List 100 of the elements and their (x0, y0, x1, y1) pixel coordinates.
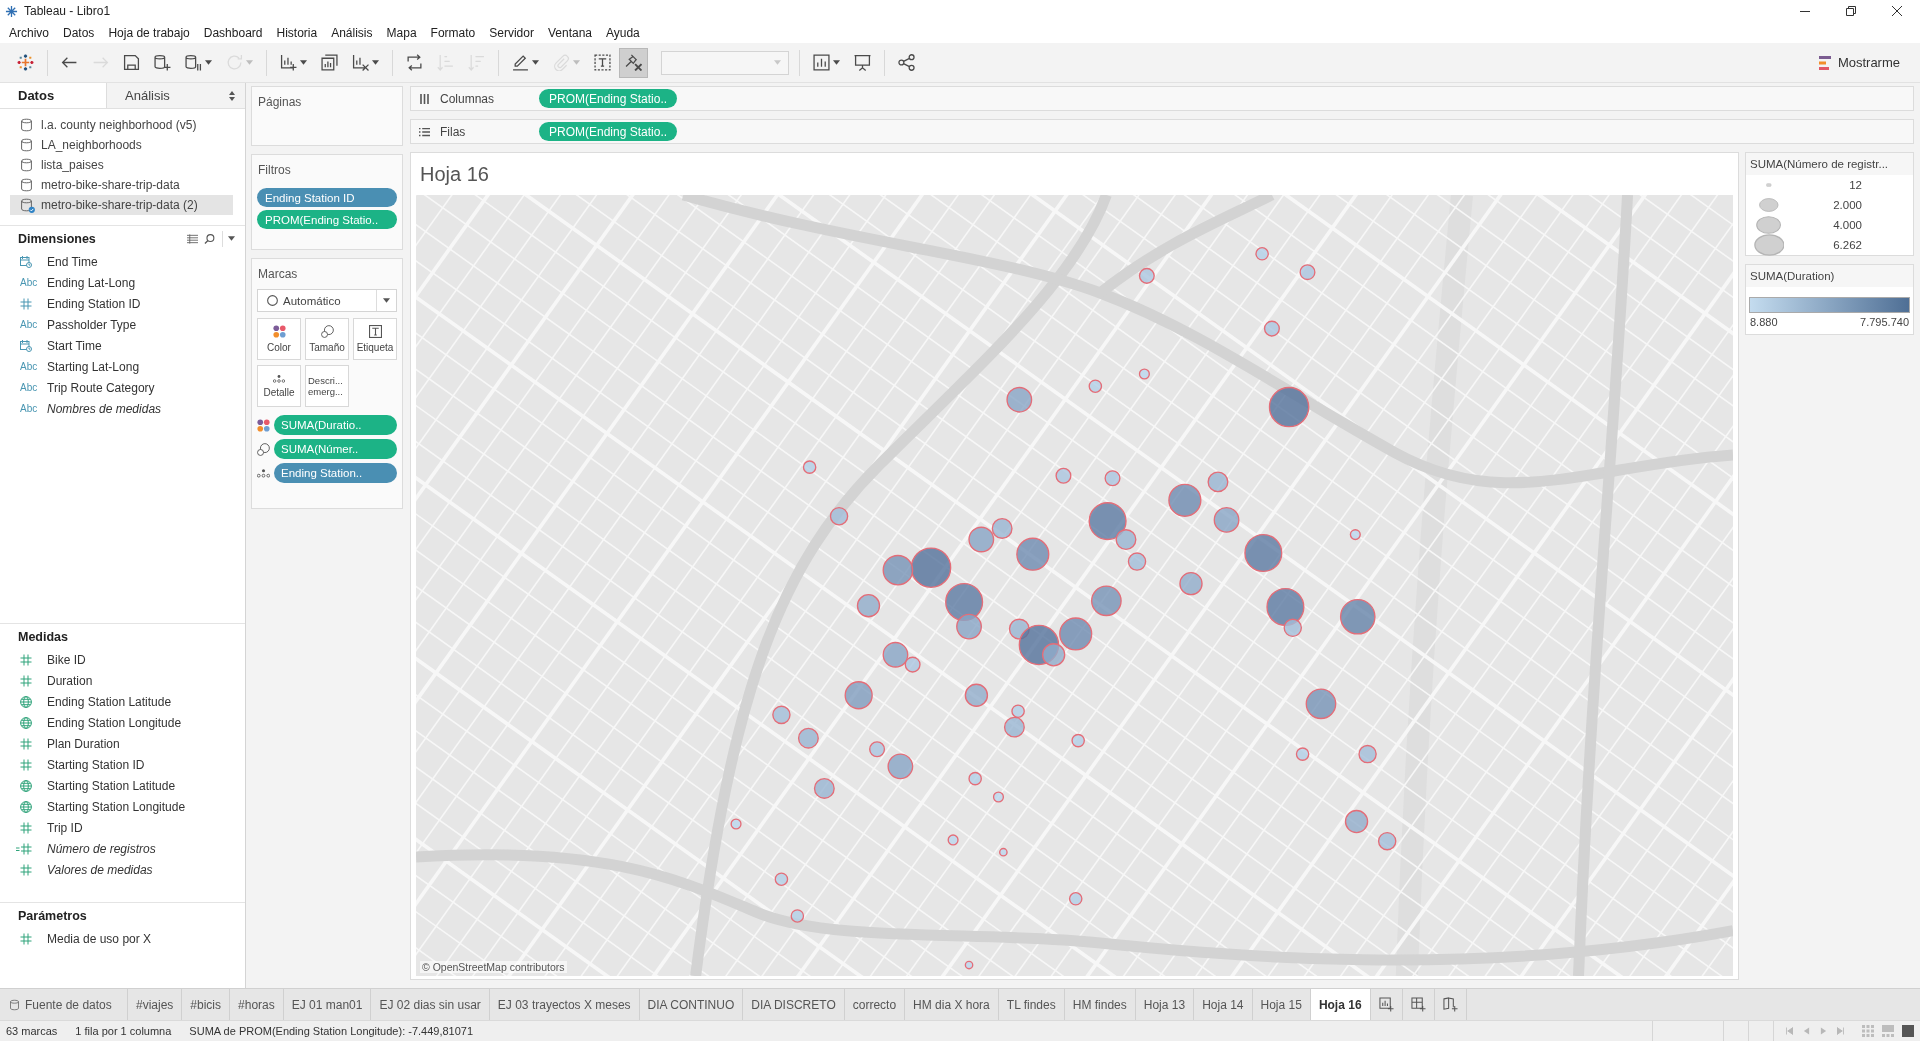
field-name[interactable]: Valores de medidas (47, 862, 153, 877)
filter-pill[interactable]: Ending Station ID (257, 188, 397, 207)
detail-property-button[interactable]: Detalle (257, 365, 301, 407)
field-name[interactable]: Media de uso por X (47, 931, 152, 946)
highlighter-icon (512, 54, 529, 71)
field-name[interactable]: Starting Station Longitude (47, 799, 186, 814)
text-type-icon: Abc (20, 403, 38, 414)
field-name[interactable]: Duration (47, 673, 93, 688)
field-name[interactable]: Starting Lat-Long (47, 359, 140, 374)
columns-icon (419, 93, 430, 104)
close-icon (1892, 6, 1902, 16)
card-title: Marcas (258, 267, 298, 281)
status-text: 1 fila por 1 columna (74, 1025, 173, 1037)
field-name[interactable]: Passholder Type (47, 317, 137, 332)
tooltip-property-button[interactable]: Descri... emerg... (305, 365, 349, 407)
swap-icon (406, 54, 423, 71)
text-box-icon (368, 325, 382, 338)
field-name[interactable]: Trip Route Category (47, 380, 155, 395)
size-circles-icon (257, 442, 270, 456)
text-type-icon: Abc (20, 319, 38, 330)
circle-icon (267, 295, 278, 306)
data-source-name[interactable]: LA_neighborhoods (41, 138, 142, 152)
shelf-label: Filas (440, 124, 466, 139)
menu-item[interactable]: Historia (269, 23, 325, 42)
color-property-button[interactable]: Color (257, 318, 301, 360)
grid-plus-icon (1410, 997, 1426, 1012)
globe-icon (20, 779, 32, 792)
size-property-button[interactable]: Tamaño (305, 318, 349, 360)
field-name[interactable]: Plan Duration (47, 736, 120, 751)
caret-icon[interactable] (228, 236, 235, 241)
hash-icon (20, 863, 32, 876)
caret-icon (383, 298, 390, 303)
legend-max-value: 7.795.740 (1860, 316, 1909, 328)
paperclip-icon (553, 54, 570, 71)
menu-item[interactable]: Datos (56, 23, 102, 42)
field-name[interactable]: Trip ID (47, 820, 83, 835)
field-name[interactable]: Starting Station ID (47, 757, 145, 772)
field-name[interactable]: Nombres de medidas (47, 401, 162, 416)
list-view-icon[interactable] (187, 233, 198, 244)
color-dots-icon (272, 325, 286, 338)
up-down-arrows-icon (229, 90, 235, 101)
legend-value: 2.000 (1832, 199, 1862, 211)
refresh-icon (226, 54, 243, 71)
section-title: Parámetros (18, 908, 87, 923)
field-name[interactable]: End Time (47, 254, 98, 269)
sort-descending-icon (468, 54, 485, 71)
app-logo-icon (17, 54, 34, 71)
app-icon (5, 4, 18, 18)
detail-dots-icon (257, 468, 270, 478)
duplicate-chart-icon (321, 54, 338, 71)
field-name[interactable]: Start Time (47, 338, 102, 353)
legend-title: SUMA(Duration) (1750, 270, 1835, 282)
share-icon (898, 54, 915, 71)
bar-list-icon (1818, 55, 1831, 70)
menu-item[interactable]: Ayuda (599, 23, 647, 42)
menu-item[interactable]: Análisis (324, 23, 380, 42)
field-name[interactable]: Ending Station Longitude (47, 715, 182, 730)
card-title: Filtros (258, 163, 291, 177)
text-type-icon: Abc (20, 361, 38, 372)
label-property-button[interactable]: Etiqueta (353, 318, 397, 360)
color-dots-icon (257, 418, 270, 432)
menu-item[interactable]: Mapa (379, 23, 424, 42)
field-name[interactable]: Ending Lat-Long (47, 275, 136, 290)
menu-item[interactable]: Ventana (540, 23, 599, 42)
pane-tab[interactable]: Análisis (106, 83, 245, 108)
menu-item[interactable]: Formato (423, 23, 483, 42)
toolbar-button[interactable] (619, 47, 648, 78)
section-title: Dimensiones (18, 231, 96, 246)
data-source-name[interactable]: metro-bike-share-trip-data (2) (41, 198, 198, 212)
status-text: 63 marcas (5, 1025, 59, 1037)
menu-item[interactable]: Archivo (2, 23, 56, 42)
field-name[interactable]: Starting Station Latitude (47, 778, 176, 793)
search-icon[interactable] (204, 233, 215, 244)
field-name[interactable]: Número de registros (47, 841, 156, 856)
menu-item[interactable]: Dashboard (196, 23, 270, 42)
mark-type-dropdown[interactable]: Automático (257, 289, 397, 312)
shelf-label: Columnas (440, 91, 495, 106)
data-source-name[interactable]: metro-bike-share-trip-data (41, 178, 180, 192)
sort-ascending-icon (437, 54, 454, 71)
text-box-icon (594, 54, 611, 71)
data-source-name[interactable]: l.a. county neighborhood (v5) (41, 118, 197, 132)
menu-item[interactable]: Hoja de trabajo (101, 23, 197, 42)
menu-item[interactable]: Servidor (482, 23, 541, 42)
size-circle-icon (1759, 198, 1779, 212)
status-text: SUMA de PROM(Ending Station Longitude): -7.449,81071 (188, 1025, 475, 1037)
calendar-clock-icon (20, 339, 32, 352)
caret-icon (205, 60, 212, 65)
equals-hash-icon (16, 842, 32, 855)
field-name[interactable]: Ending Station ID (47, 296, 141, 311)
caret-icon (372, 60, 379, 65)
hash-icon (20, 932, 32, 945)
size-circles-icon (320, 325, 334, 338)
data-source-name[interactable]: lista_paises (41, 158, 104, 172)
sheet-tab[interactable]: Hoja 16 (1310, 989, 1371, 1020)
field-name[interactable]: Bike ID (47, 652, 86, 667)
show-me-button[interactable]: Mostrarme (1810, 51, 1908, 74)
rows-icon (419, 126, 430, 137)
field-pill[interactable]: Ending Station.. (274, 463, 397, 483)
database-icon (10, 998, 19, 1011)
field-name[interactable]: Ending Station Latitude (47, 694, 172, 709)
